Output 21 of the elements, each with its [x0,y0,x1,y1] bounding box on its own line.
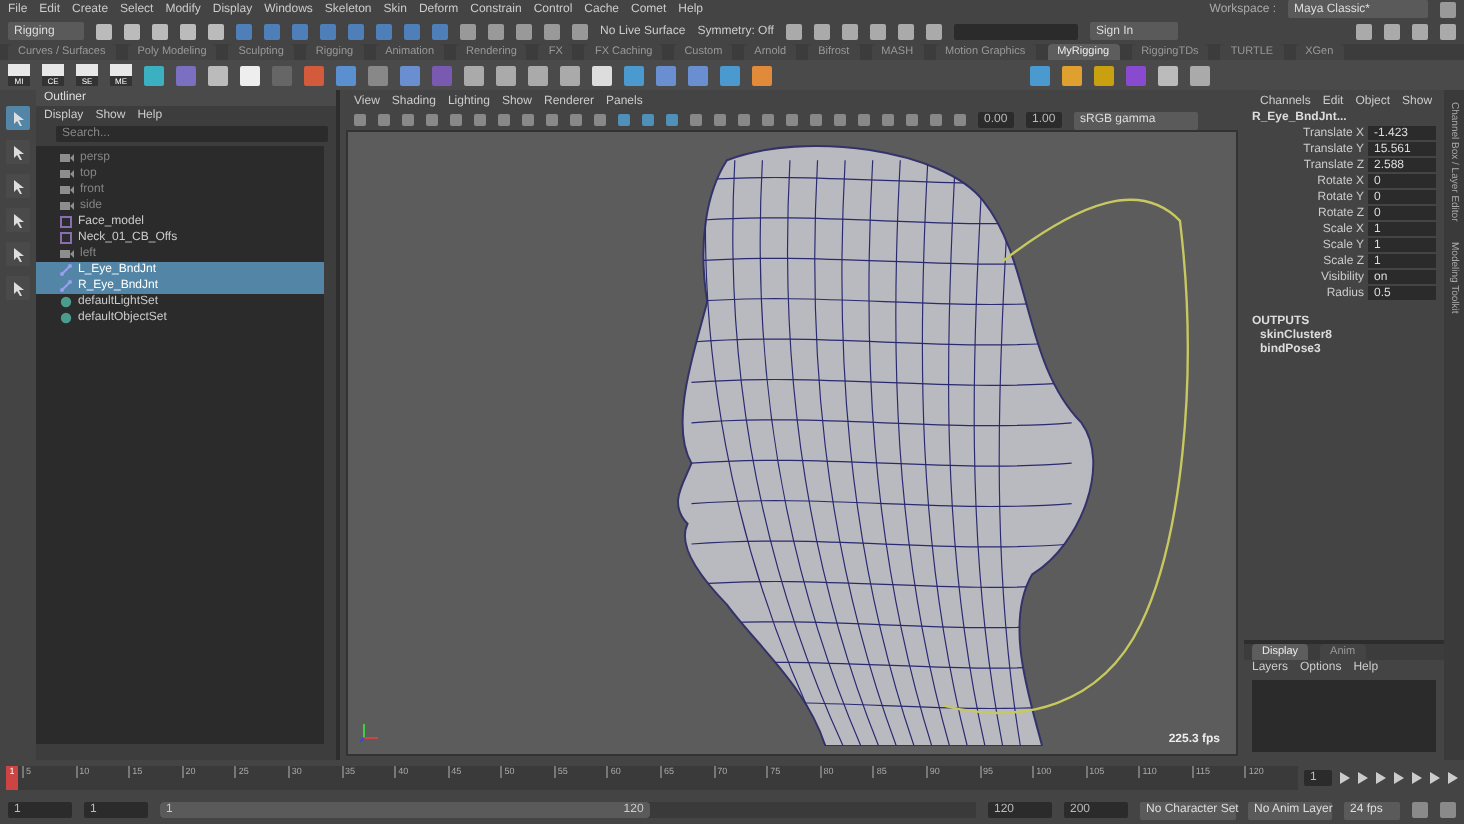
tool-button[interactable] [6,106,30,130]
camera-icon [60,250,74,258]
joint-icon [60,264,72,276]
arrow-icon [11,281,25,295]
arrow-icon [11,179,25,193]
arrow-icon [11,145,25,159]
arrow-icon [11,111,25,125]
joint-icon [60,280,72,292]
axis-icon [360,722,380,742]
tool-button[interactable] [6,174,30,198]
tool-button[interactable] [6,242,30,266]
camera-icon [60,154,74,162]
tool-button[interactable] [6,276,30,300]
arrow-icon [11,213,25,227]
tool-button[interactable] [6,208,30,232]
arrow-icon [11,247,25,261]
camera-icon [60,202,74,210]
tool-button[interactable] [6,140,30,164]
command-field[interactable] [953,23,1078,39]
camera-icon [60,170,74,178]
camera-icon [60,186,74,194]
